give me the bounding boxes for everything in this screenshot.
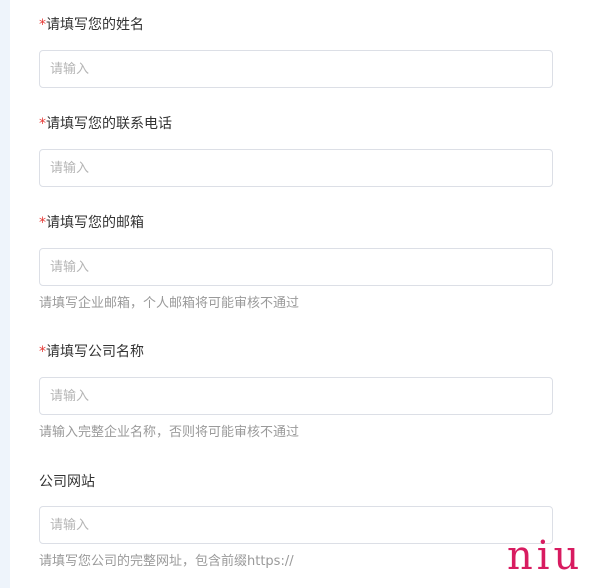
company-name-hint: 请输入完整企业名称，否则将可能审核不通过	[39, 425, 300, 440]
field-label: *请填写您的邮箱	[39, 213, 144, 233]
field-label-text: 请填写您的邮箱	[46, 215, 144, 231]
field-label: *请填写公司名称	[39, 342, 144, 362]
field-label-text: 请填写您的姓名	[46, 17, 144, 33]
watermark-logo: niu	[507, 533, 584, 579]
email-hint: 请填写企业邮箱，个人邮箱将可能审核不通过	[39, 296, 300, 311]
field-label-text: 公司网站	[39, 474, 95, 490]
left-edge-strip	[0, 0, 10, 588]
required-marker: *	[39, 116, 46, 132]
name-input[interactable]	[39, 50, 553, 88]
required-marker: *	[39, 17, 46, 33]
company-website-hint: 请填写您公司的完整网址，包含前缀https://	[39, 554, 294, 569]
field-label-text: 请填写公司名称	[46, 344, 144, 360]
field-label: *请填写您的姓名	[39, 15, 144, 35]
required-marker: *	[39, 344, 46, 360]
email-input[interactable]	[39, 248, 553, 286]
phone-input[interactable]	[39, 149, 553, 187]
company-name-input[interactable]	[39, 377, 553, 415]
field-label: 公司网站	[39, 472, 95, 492]
field-label-text: 请填写您的联系电话	[46, 116, 172, 132]
field-label: *请填写您的联系电话	[39, 114, 172, 134]
company-website-input[interactable]	[39, 506, 553, 544]
required-marker: *	[39, 215, 46, 231]
